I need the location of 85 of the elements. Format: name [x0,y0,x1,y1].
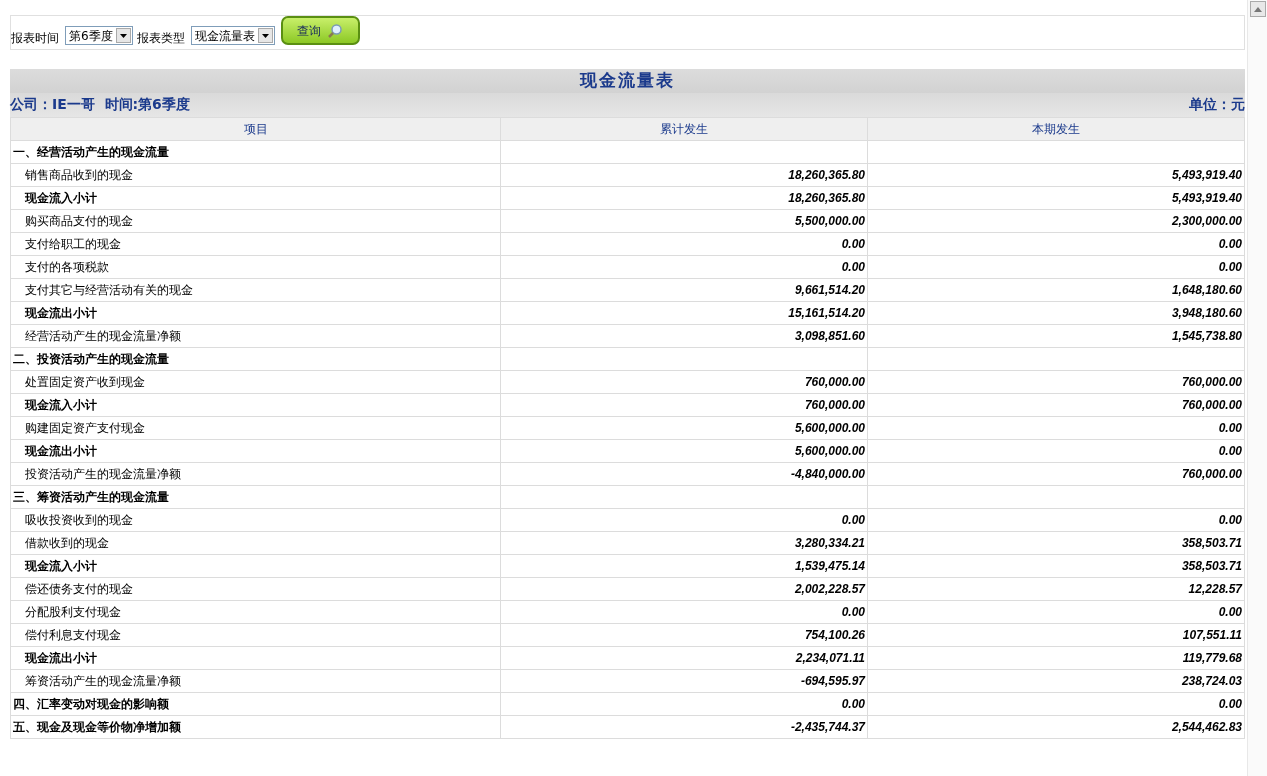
dropdown[interactable]: 现金流量表 [190,26,275,45]
amount-cell: 18,260,365.80 [500,163,868,187]
amount-cell: 5,600,000.00 [500,416,868,440]
amount-cell: 9,661,514.20 [500,278,868,302]
amount-cell: 760,000.00 [867,393,1245,417]
query-button[interactable]: 查询 [280,16,360,45]
amount-cell: -694,595.97 [500,669,868,693]
amount-cell: 2,002,228.57 [500,577,868,601]
item-cell: 四、汇率变动对现金的影响额 [10,692,501,716]
item-cell: 现金流入小计 [10,186,501,210]
item-cell: 支付其它与经营活动有关的现金 [10,278,501,302]
item-cell: 处置固定资产收到现金 [10,370,501,394]
item-cell: 现金流出小计 [10,301,501,325]
item-cell: 支付给职工的现金 [10,232,501,256]
item-cell: 偿付利息支付现金 [10,623,501,647]
item-cell: 经营活动产生的现金流量净额 [10,324,501,348]
amount-cell: -2,435,744.37 [500,715,868,739]
filter-label: 报表时间 [11,30,59,47]
amount-cell: 0.00 [867,692,1245,716]
amount-cell: 0.00 [867,416,1245,440]
amount-cell: 1,648,180.60 [867,278,1245,302]
amount-cell: 5,600,000.00 [500,439,868,463]
amount-cell: -4,840,000.00 [500,462,868,486]
amount-cell: 358,503.71 [867,531,1245,555]
amount-cell: 18,260,365.80 [500,186,868,210]
amount-cell: 0.00 [867,255,1245,279]
amount-cell: 2,234,071.11 [500,646,868,670]
item-cell: 分配股利支付现金 [10,600,501,624]
amount-cell: 12,228.57 [867,577,1245,601]
amount-cell: 0.00 [500,600,868,624]
item-cell: 支付的各项税款 [10,255,501,279]
item-cell: 现金流入小计 [10,393,501,417]
unit-text: 单位：元 [1189,95,1245,114]
company-period-text: 公司：IE一哥 时间:第6季度 [10,95,190,114]
amount-cell: 2,300,000.00 [867,209,1245,233]
item-cell: 吸收投资收到的现金 [10,508,501,532]
amount-cell: 754,100.26 [500,623,868,647]
amount-cell: 238,724.03 [867,669,1245,693]
column-header: 本期发生 [867,117,1245,141]
report-title: 现金流量表 [580,69,675,93]
amount-cell: 3,948,180.60 [867,301,1245,325]
column-header: 项目 [10,117,501,141]
item-cell: 一、经营活动产生的现金流量 [10,140,501,164]
amount-cell: 760,000.00 [867,462,1245,486]
amount-cell: 0.00 [500,508,868,532]
item-cell: 购买商品支付的现金 [10,209,501,233]
amount-cell: 0.00 [867,600,1245,624]
amount-cell: 2,544,462.83 [867,715,1245,739]
amount-cell: 0.00 [500,232,868,256]
item-cell: 五、现金及现金等价物净增加额 [10,715,501,739]
amount-cell: 0.00 [867,439,1245,463]
amount-cell: 1,545,738.80 [867,324,1245,348]
amount-cell: 1,539,475.14 [500,554,868,578]
amount-cell: 107,551.11 [867,623,1245,647]
item-cell: 借款收到的现金 [10,531,501,555]
item-cell: 销售商品收到的现金 [10,163,501,187]
amount-cell: 5,493,919.40 [867,186,1245,210]
amount-cell: 760,000.00 [500,370,868,394]
amount-cell: 760,000.00 [867,370,1245,394]
item-cell: 三、筹资活动产生的现金流量 [10,485,501,509]
amount-cell: 15,161,514.20 [500,301,868,325]
item-cell: 现金流出小计 [10,439,501,463]
amount-cell: 5,493,919.40 [867,163,1245,187]
amount-cell: 3,280,334.21 [500,531,868,555]
item-cell: 购建固定资产支付现金 [10,416,501,440]
amount-cell: 0.00 [500,692,868,716]
amount-cell: 5,500,000.00 [500,209,868,233]
item-cell: 现金流入小计 [10,554,501,578]
dropdown[interactable]: 第6季度 [65,26,133,45]
amount-cell: 0.00 [867,232,1245,256]
item-cell: 现金流出小计 [10,646,501,670]
amount-cell: 760,000.00 [500,393,868,417]
amount-cell: 0.00 [867,508,1245,532]
amount-cell: 119,779.68 [867,646,1245,670]
item-cell: 筹资活动产生的现金流量净额 [10,669,501,693]
amount-cell: 358,503.71 [867,554,1245,578]
item-cell: 偿还债务支付的现金 [10,577,501,601]
amount-cell: 0.00 [500,255,868,279]
filter-label: 报表类型 [136,30,185,47]
scrollbar[interactable] [1247,0,1267,776]
item-cell: 投资活动产生的现金流量净额 [10,462,501,486]
amount-cell: 3,098,851.60 [500,324,868,348]
search-icon [327,22,344,39]
column-header: 累计发生 [500,117,868,141]
item-cell: 二、投资活动产生的现金流量 [10,347,501,371]
